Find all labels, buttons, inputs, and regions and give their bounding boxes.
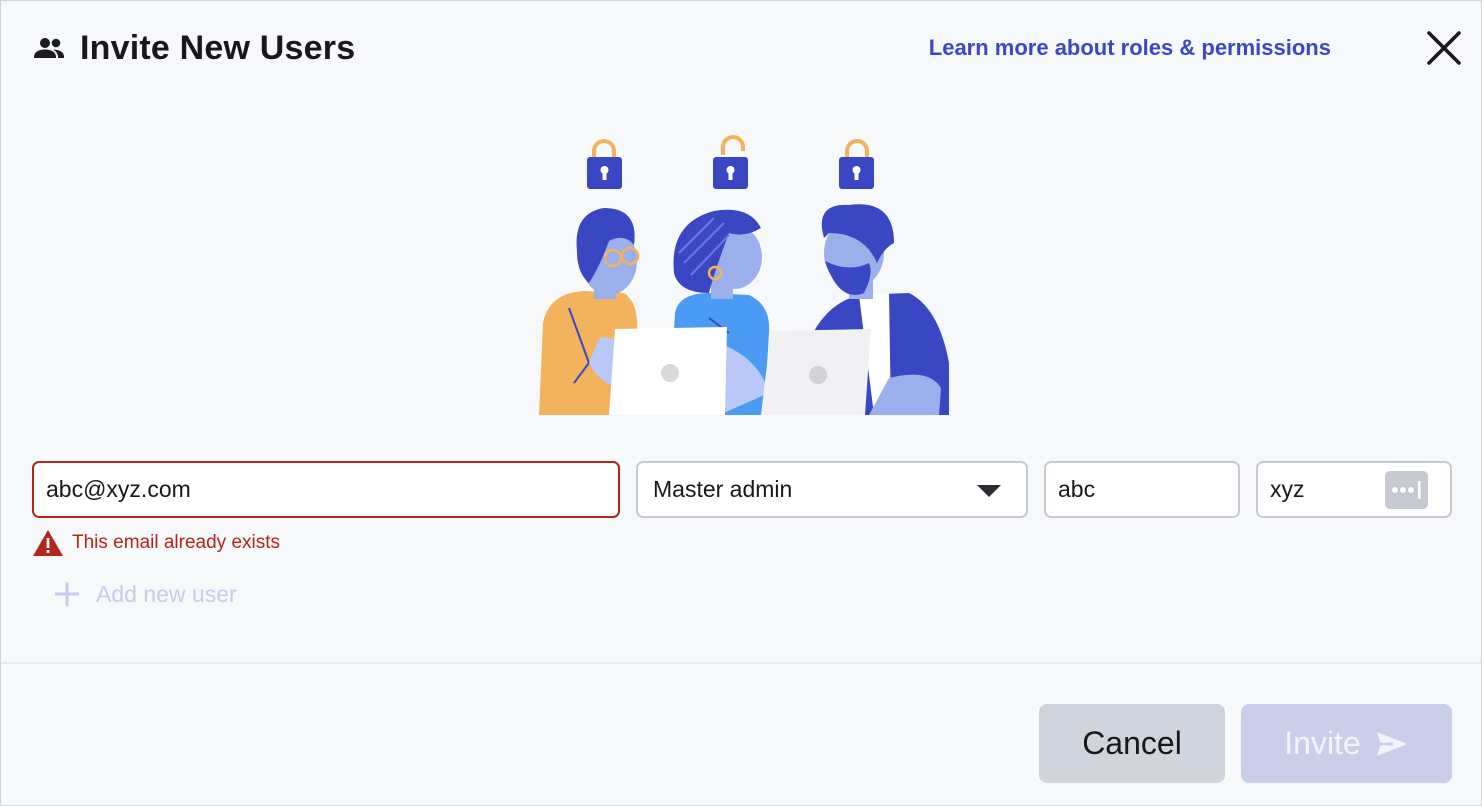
chevron-down-icon xyxy=(977,485,1001,497)
dialog-title: Invite New Users xyxy=(80,29,356,67)
role-select-value: Master admin xyxy=(653,476,793,502)
dialog-header: Invite New Users Learn more about roles … xyxy=(1,1,1481,97)
unlocked-icon xyxy=(713,135,748,189)
close-icon[interactable] xyxy=(1422,26,1466,70)
group-icon xyxy=(34,38,64,58)
footer-divider xyxy=(1,662,1481,664)
first-name-field[interactable] xyxy=(1044,461,1240,518)
warning-icon xyxy=(33,530,63,556)
add-user-label: Add new user xyxy=(96,580,237,607)
error-message: This email already exists xyxy=(72,532,281,553)
lock-icon xyxy=(587,139,622,189)
plus-icon xyxy=(55,582,79,606)
last-name-field[interactable] xyxy=(1256,461,1452,518)
cancel-label: Cancel xyxy=(1082,725,1182,761)
email-error: This email already exists xyxy=(32,528,280,558)
invite-label: Invite xyxy=(1284,725,1361,761)
add-new-user-button[interactable]: Add new user xyxy=(52,579,237,609)
invite-button[interactable]: Invite xyxy=(1241,704,1452,783)
role-select[interactable]: Master admin xyxy=(636,461,1028,518)
password-dots-icon[interactable] xyxy=(1385,471,1428,509)
email-input[interactable] xyxy=(46,476,606,503)
invite-users-dialog: Invite New Users Learn more about roles … xyxy=(0,0,1482,806)
first-name-input[interactable] xyxy=(1058,476,1226,503)
cancel-button[interactable]: Cancel xyxy=(1039,704,1225,783)
email-field[interactable] xyxy=(32,461,620,518)
send-icon xyxy=(1376,731,1407,756)
team-illustration xyxy=(539,135,949,415)
lock-icon xyxy=(839,139,874,189)
learn-more-link[interactable]: Learn more about roles & permissions xyxy=(929,34,1331,62)
